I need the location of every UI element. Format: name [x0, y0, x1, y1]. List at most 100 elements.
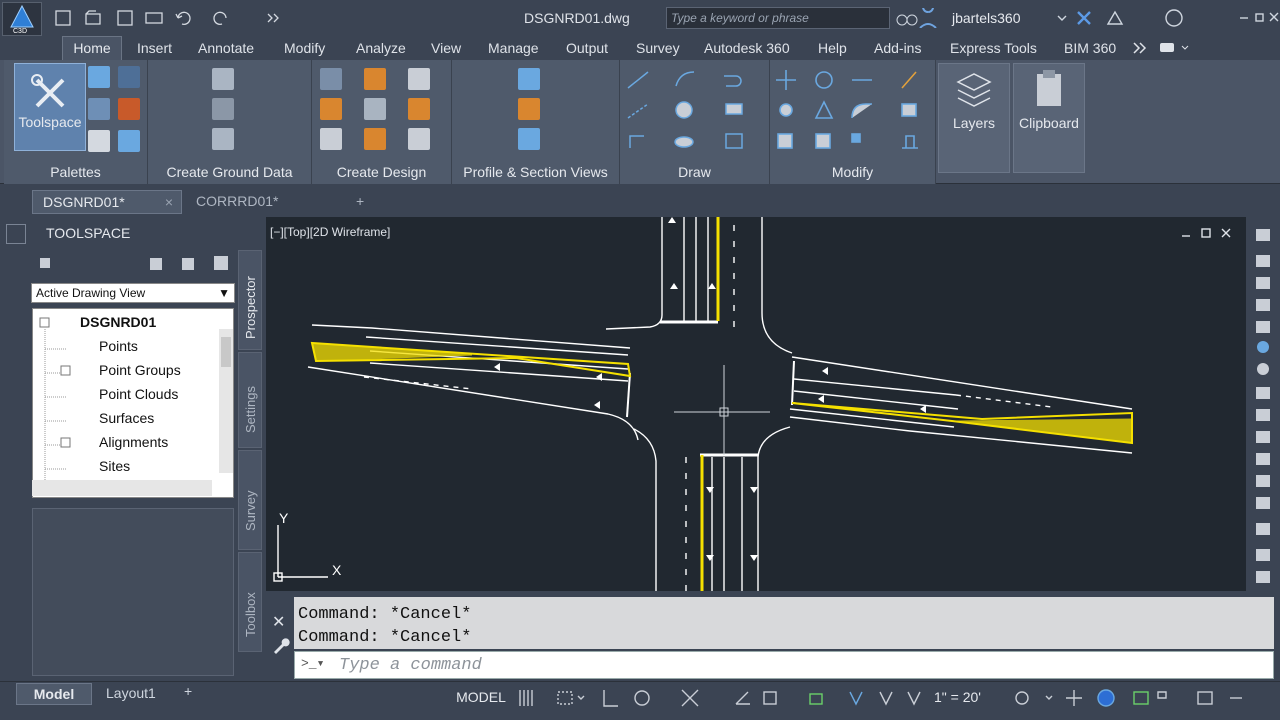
tab-add-ins[interactable]: Add-ins [874, 40, 921, 56]
ribbon-options-icon[interactable] [1132, 40, 1192, 56]
alignment-icon[interactable] [320, 98, 342, 120]
status-tray-icons[interactable] [1010, 688, 1276, 708]
tree-item-alignments[interactable]: Alignments [99, 434, 168, 450]
nav-tools[interactable] [1248, 217, 1280, 591]
corridor-icon[interactable] [408, 98, 430, 120]
draw-panel-title[interactable]: Draw [620, 164, 769, 180]
toolspace-label: Toolspace [18, 114, 82, 130]
user-name[interactable]: jbartels360 [952, 10, 1021, 26]
side-tab-toolbox[interactable]: Toolbox [238, 552, 262, 652]
search-input[interactable]: Type a keyword or phrase [666, 7, 890, 29]
view-select[interactable]: Active Drawing View ▼ [31, 283, 235, 303]
layers-button[interactable]: Layers [938, 63, 1010, 173]
draw-tools[interactable] [620, 64, 770, 160]
points-icon[interactable] [212, 68, 234, 90]
toolbox-icon[interactable] [118, 98, 140, 120]
tab-bim-360[interactable]: BIM 360 [1064, 40, 1116, 56]
clipboard-button[interactable]: Clipboard [1013, 63, 1085, 173]
tree-item-surfaces[interactable]: Surfaces [99, 410, 154, 426]
intersection-icon[interactable] [320, 128, 342, 150]
doc-tab-active[interactable]: DSGNRD01* × [32, 190, 182, 214]
drafting-toggles[interactable] [518, 688, 938, 708]
tree-item-point-groups[interactable]: Point Groups [99, 362, 181, 378]
auto-scale-icon [879, 691, 893, 706]
layer-manager-icon[interactable] [118, 130, 140, 152]
sample-lines-icon[interactable] [518, 98, 540, 120]
tree-root[interactable]: DSGNRD01 [80, 314, 156, 330]
prospector-icon[interactable] [88, 66, 110, 88]
model-tab[interactable]: Model [16, 683, 92, 705]
palette-menu-icon[interactable] [6, 224, 26, 244]
customize-wrench-icon[interactable] [270, 636, 290, 656]
side-tab-prospector[interactable]: Prospector [238, 250, 262, 350]
tab-insert[interactable]: Insert [137, 40, 172, 56]
grading-icon[interactable] [408, 68, 430, 90]
tree-item-points[interactable]: Points [99, 338, 138, 354]
quick-access-toolbar[interactable] [54, 8, 284, 28]
application-menu-button[interactable]: C3D [2, 2, 42, 36]
profile-view-icon[interactable] [518, 68, 540, 90]
surfaces-icon[interactable] [212, 98, 234, 120]
east-curb-top [791, 356, 1133, 410]
clipboard-icon [1037, 70, 1061, 106]
feature-line-icon[interactable] [364, 68, 386, 90]
close-tab-icon[interactable]: × [165, 194, 173, 210]
window-controls[interactable] [1054, 8, 1280, 28]
properties-icon[interactable] [88, 130, 110, 152]
command-history: Command: *Cancel* Command: *Cancel* [294, 597, 1274, 649]
command-input[interactable]: >_▾ Type a command [294, 651, 1274, 679]
profile-section-views-title[interactable]: Profile & Section Views [452, 164, 619, 180]
model-space-toggle[interactable]: MODEL [448, 686, 514, 710]
tab-express-tools[interactable]: Express Tools [950, 40, 1037, 56]
offset-icon [902, 135, 918, 149]
modify-tools[interactable] [770, 64, 936, 160]
traverse-icon[interactable] [212, 128, 234, 150]
binoculars-icon[interactable] [896, 8, 946, 28]
tab-autodesk-360[interactable]: Autodesk 360 [704, 40, 790, 56]
close-command-line-icon[interactable]: ✕ [272, 612, 285, 632]
new-icon [55, 10, 71, 26]
tab-help[interactable]: Help [818, 40, 847, 56]
tab-analyze[interactable]: Analyze [356, 40, 406, 56]
arc-icon [675, 71, 695, 87]
doc-tab[interactable]: CORRRD01* [186, 190, 336, 214]
assembly-icon[interactable] [364, 128, 386, 150]
settings-icon[interactable] [118, 66, 140, 88]
new-layout-button[interactable]: + [184, 683, 192, 699]
intersection-drawing[interactable]: Y X [266, 217, 1246, 591]
toolspace-button[interactable]: Toolspace [14, 63, 86, 151]
tab-survey[interactable]: Survey [636, 40, 680, 56]
tab-modify[interactable]: Modify [284, 40, 325, 56]
side-tab-survey[interactable]: Survey [238, 450, 262, 550]
toolspace-toolbar[interactable] [38, 256, 234, 272]
command-prompt-icon[interactable]: >_▾ [301, 656, 324, 671]
create-ground-data-title[interactable]: Create Ground Data [148, 164, 311, 180]
navigation-toolbar[interactable] [1248, 217, 1280, 591]
chevron-down-icon[interactable]: ▼ [218, 286, 230, 300]
pipe-network-icon[interactable] [408, 128, 430, 150]
explode-icon [901, 103, 917, 117]
parcel-icon[interactable] [320, 68, 342, 90]
section-views-icon[interactable] [518, 128, 540, 150]
tree-horizontal-scrollbar[interactable] [32, 480, 212, 496]
create-design-title[interactable]: Create Design [312, 164, 451, 180]
tab-annotate[interactable]: Annotate [198, 40, 254, 56]
tree-item-point-clouds[interactable]: Point Clouds [99, 386, 178, 402]
new-tab-button[interactable]: + [346, 190, 374, 214]
survey-icon[interactable] [88, 98, 110, 120]
viewport-controls[interactable]: [−][Top][2D Wireframe] [270, 225, 390, 239]
layout1-tab[interactable]: Layout1 [106, 685, 156, 701]
profile-icon[interactable] [364, 98, 386, 120]
tree-item-sites[interactable]: Sites [99, 458, 130, 474]
palettes-panel-title[interactable]: Palettes [4, 164, 147, 180]
drawing-canvas[interactable]: Y X [266, 217, 1246, 591]
tab-output[interactable]: Output [566, 40, 608, 56]
viewport-window-controls[interactable] [1180, 226, 1236, 240]
modify-panel-title[interactable]: Modify [770, 164, 935, 180]
annotation-scale[interactable]: 1" = 20' [934, 689, 981, 705]
tab-manage[interactable]: Manage [488, 40, 539, 56]
rotate-icon [815, 71, 833, 89]
side-tab-settings[interactable]: Settings [238, 352, 262, 448]
tab-view[interactable]: View [431, 40, 461, 56]
tab-home[interactable]: Home [62, 36, 122, 60]
